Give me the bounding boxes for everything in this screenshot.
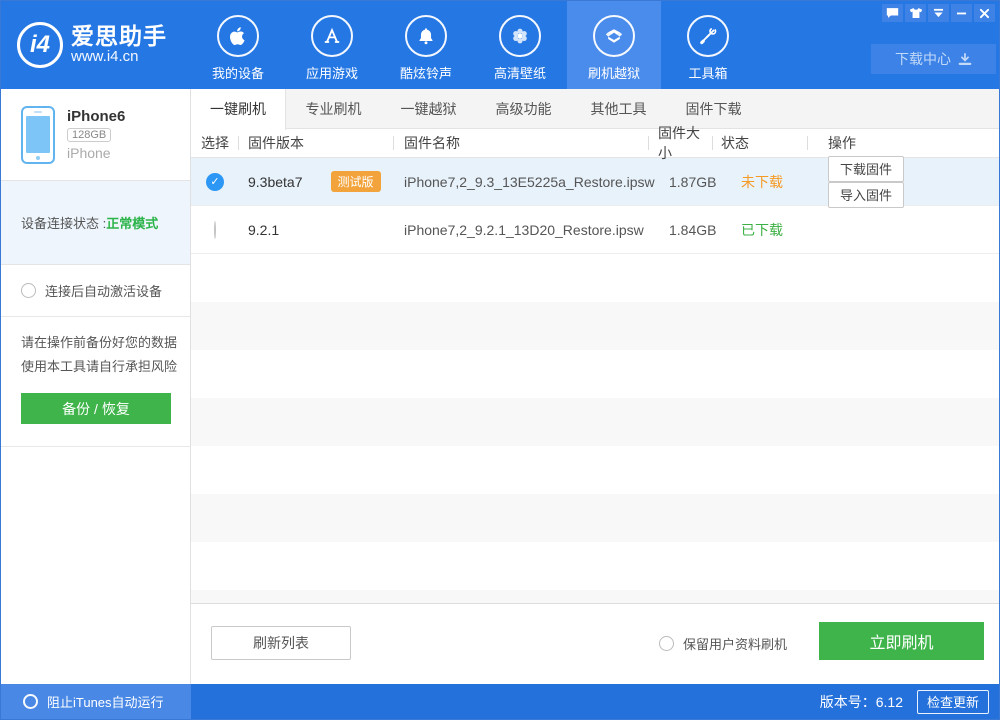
chat-bubble-icon bbox=[886, 8, 899, 18]
backup-restore-button[interactable]: 备份 / 恢复 bbox=[21, 393, 171, 424]
close-icon bbox=[979, 8, 990, 18]
block-itunes-label: 阻止iTunes自动运行 bbox=[47, 695, 164, 710]
sidebar: iPhone6 128GB iPhone 设备连接状态 : 正常模式 连接后自动… bbox=[1, 89, 191, 684]
action-bar: 刷新列表 保留用户资料刷机 立即刷机 bbox=[191, 603, 999, 684]
keep-user-data-radio[interactable] bbox=[659, 636, 674, 651]
firmware-name: iPhone7,2_9.3_13E5225a_Restore.ipsw bbox=[404, 173, 655, 190]
check-update-button[interactable]: 检查更新 bbox=[916, 689, 989, 714]
download-center-button[interactable]: 下载中心 bbox=[871, 44, 996, 74]
table-header: 选择 固件版本 固件名称 固件大小 状态 操作 bbox=[191, 125, 999, 161]
main-panel: 一键刷机 专业刷机 一键越狱 高级功能 其他工具 固件下载 选择 固件版本 固件… bbox=[191, 89, 999, 684]
logo-i4-icon: i4 bbox=[17, 22, 63, 68]
app-window: i4 爱思助手 www.i4.cn 我的设备 应用游戏 酷炫铃声 高清壁纸 刷机… bbox=[0, 0, 1000, 720]
nav-label: 刷机越狱 bbox=[587, 66, 640, 81]
app-url: www.i4.cn bbox=[71, 48, 139, 66]
connection-status-value: 正常模式 bbox=[106, 216, 159, 231]
auto-activate-option: 连接后自动激活设备 bbox=[1, 265, 190, 317]
appstore-icon bbox=[311, 15, 353, 57]
minimize-icon bbox=[956, 12, 967, 15]
warning-section: 请在操作前备份好您的数据 使用本工具请自行承担风险 备份 / 恢复 bbox=[1, 317, 190, 447]
minimize-button[interactable] bbox=[951, 4, 972, 22]
download-icon bbox=[958, 52, 972, 65]
status-badge: 已下载 bbox=[741, 221, 783, 238]
chevron-down-icon bbox=[933, 8, 944, 18]
beta-badge: 测试版 bbox=[330, 171, 381, 192]
tab-one-key-flash[interactable]: 一键刷机 bbox=[191, 89, 286, 130]
firmware-size: 1.84GB bbox=[669, 221, 717, 238]
nav-label: 高清壁纸 bbox=[493, 66, 546, 81]
firmware-version: 9.2.1 bbox=[248, 221, 280, 238]
tshirt-icon bbox=[909, 7, 922, 19]
feedback-button[interactable] bbox=[882, 4, 903, 22]
keep-user-data-label: 保留用户资料刷机 bbox=[683, 637, 788, 652]
warning-line-2: 使用本工具请自行承担风险 bbox=[21, 359, 178, 374]
nav-item-toolbox[interactable]: 工具箱 bbox=[661, 1, 755, 89]
nav-label: 我的设备 bbox=[211, 66, 264, 81]
row-selected-radio[interactable]: ✓ bbox=[206, 172, 224, 191]
tab-one-key-jailbreak[interactable]: 一键越狱 bbox=[381, 89, 476, 128]
nav-item-flash-jailbreak[interactable]: 刷机越狱 bbox=[567, 1, 661, 89]
header: i4 爱思助手 www.i4.cn 我的设备 应用游戏 酷炫铃声 高清壁纸 刷机… bbox=[1, 1, 999, 89]
device-name: iPhone6 bbox=[67, 108, 126, 125]
main-nav: 我的设备 应用游戏 酷炫铃声 高清壁纸 刷机越狱 工具箱 bbox=[191, 1, 755, 89]
connection-status: 设备连接状态 : 正常模式 bbox=[1, 180, 190, 265]
bell-icon bbox=[405, 15, 447, 57]
nav-item-ringtones[interactable]: 酷炫铃声 bbox=[379, 1, 473, 89]
skin-button[interactable] bbox=[905, 4, 926, 22]
warning-line-1: 请在操作前备份好您的数据 bbox=[21, 335, 178, 350]
column-operation: 操作 bbox=[828, 135, 856, 151]
nav-item-wallpapers[interactable]: 高清壁纸 bbox=[473, 1, 567, 89]
table-row[interactable]: 9.2.1 iPhone7,2_9.2.1_13D20_Restore.ipsw… bbox=[191, 206, 999, 254]
import-firmware-button[interactable]: 导入固件 bbox=[828, 181, 905, 208]
nav-label: 应用游戏 bbox=[305, 66, 358, 81]
empty-table-area bbox=[191, 254, 999, 603]
iphone-icon bbox=[21, 105, 55, 164]
download-center-label: 下载中心 bbox=[895, 51, 951, 67]
nav-item-my-device[interactable]: 我的设备 bbox=[191, 1, 285, 89]
device-capacity-badge: 128GB bbox=[67, 128, 112, 142]
flash-box-icon bbox=[593, 15, 635, 57]
column-version: 固件版本 bbox=[239, 133, 394, 153]
window-controls bbox=[880, 4, 995, 22]
column-name: 固件名称 bbox=[394, 133, 649, 153]
logo: i4 爱思助手 www.i4.cn bbox=[1, 1, 191, 89]
close-button[interactable] bbox=[974, 4, 995, 22]
menu-button[interactable] bbox=[928, 4, 949, 22]
column-status: 状态 bbox=[713, 133, 808, 153]
refresh-list-button[interactable]: 刷新列表 bbox=[211, 626, 351, 660]
download-firmware-button[interactable]: 下载固件 bbox=[828, 155, 905, 182]
row-select-radio[interactable] bbox=[214, 220, 216, 239]
tab-advanced-features[interactable]: 高级功能 bbox=[476, 89, 571, 128]
wallpaper-icon bbox=[499, 15, 541, 57]
version-label: 版本号：6.12 bbox=[819, 693, 903, 710]
device-info: iPhone6 128GB iPhone bbox=[1, 89, 190, 180]
column-select: 选择 bbox=[191, 133, 239, 153]
block-itunes-option: 阻止iTunes自动运行 bbox=[1, 684, 191, 719]
nav-label: 工具箱 bbox=[688, 66, 728, 81]
status-badge: 未下载 bbox=[741, 173, 783, 190]
firmware-size: 1.87GB bbox=[669, 173, 717, 190]
firmware-name: iPhone7,2_9.2.1_13D20_Restore.ipsw bbox=[404, 221, 644, 238]
tab-pro-flash[interactable]: 专业刷机 bbox=[286, 89, 381, 128]
block-itunes-radio[interactable] bbox=[23, 694, 38, 709]
keep-user-data-option: 保留用户资料刷机 bbox=[659, 634, 787, 653]
apple-icon bbox=[217, 15, 259, 57]
table-row[interactable]: ✓ 9.3beta7 测试版 iPhone7,2_9.3_13E5225a_Re… bbox=[191, 155, 999, 208]
auto-activate-radio[interactable] bbox=[21, 283, 36, 298]
flash-now-button[interactable]: 立即刷机 bbox=[819, 622, 984, 660]
connection-status-label: 设备连接状态 : bbox=[21, 216, 107, 231]
tab-bar: 一键刷机 专业刷机 一键越狱 高级功能 其他工具 固件下载 bbox=[191, 89, 999, 130]
nav-item-apps-games[interactable]: 应用游戏 bbox=[285, 1, 379, 89]
auto-activate-label: 连接后自动激活设备 bbox=[45, 284, 163, 299]
toolbox-icon bbox=[687, 15, 729, 57]
firmware-version: 9.3beta7 bbox=[248, 173, 303, 190]
footer: 阻止iTunes自动运行 版本号：6.12 检查更新 bbox=[1, 684, 999, 719]
app-title: 爱思助手 bbox=[71, 23, 167, 50]
column-size: 固件大小 bbox=[649, 123, 713, 163]
device-type: iPhone bbox=[67, 145, 111, 161]
nav-label: 酷炫铃声 bbox=[399, 66, 452, 81]
